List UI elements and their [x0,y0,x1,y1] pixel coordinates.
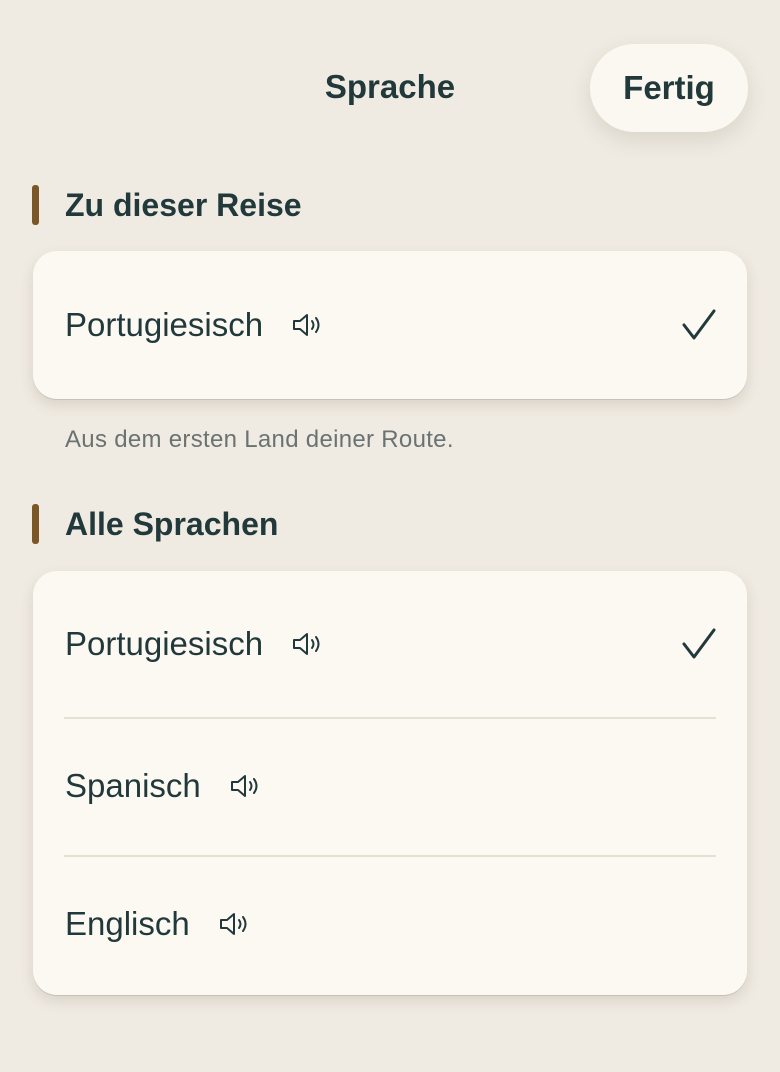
language-label: Portugiesisch [65,625,264,662]
language-row-portuguese-trip[interactable]: Portugiesisch [33,251,747,399]
speaker-icon[interactable] [218,912,250,936]
speaker-icon[interactable] [229,774,261,798]
language-row-english[interactable]: Englisch [33,855,747,993]
section-heading-all: Alle Sprachen [32,503,278,545]
checkmark-icon [681,627,717,661]
speaker-icon[interactable] [291,313,323,337]
all-languages-card: Portugiesisch Spanisch Englisch [33,571,747,995]
speaker-icon[interactable] [291,632,323,656]
section-heading-text: Zu dieser Reise [65,186,302,223]
language-label: Portugiesisch [65,306,264,343]
header: Sprache Fertig [0,0,780,180]
language-row-spanish[interactable]: Spanisch [33,717,747,855]
section-accent-bar [32,504,39,544]
trip-language-card: Portugiesisch [33,251,747,399]
section-accent-bar [32,185,39,225]
done-button[interactable]: Fertig [590,44,748,132]
checkmark-icon [681,308,717,342]
section-heading-trip: Zu dieser Reise [32,184,302,226]
trip-language-note: Aus dem ersten Land deiner Route. [65,426,454,453]
language-row-portuguese[interactable]: Portugiesisch [33,571,747,717]
language-label: Spanisch [65,767,201,804]
language-label: Englisch [65,905,190,942]
section-heading-text: Alle Sprachen [65,505,279,542]
